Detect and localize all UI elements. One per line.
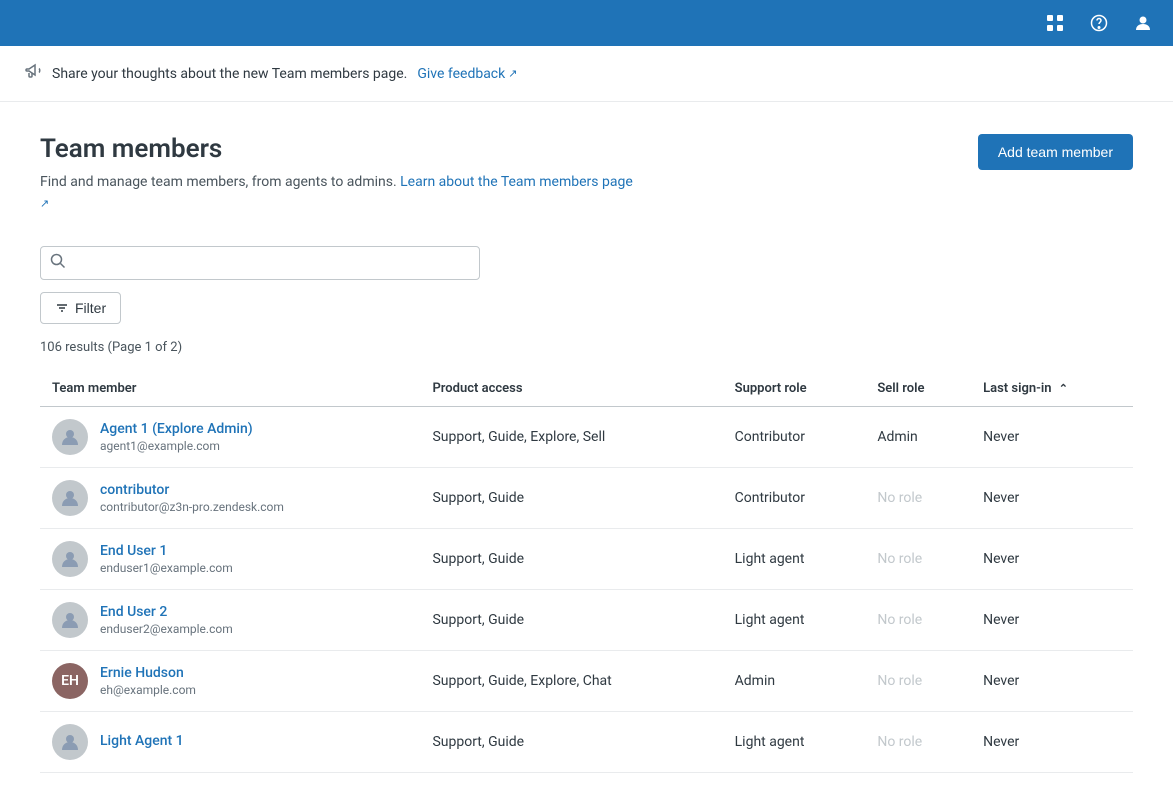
table-row: Light Agent 1 Support, Guide Light agent… bbox=[40, 712, 1133, 773]
last-signin-1: Never bbox=[971, 468, 1133, 529]
member-cell-4: EH Ernie Hudson eh@example.com bbox=[40, 651, 420, 712]
sell-role-5: No role bbox=[865, 712, 971, 773]
table-row: EH Ernie Hudson eh@example.com Support, … bbox=[40, 651, 1133, 712]
avatar bbox=[52, 541, 88, 577]
member-cell-5: Light Agent 1 bbox=[40, 712, 420, 773]
member-email-0: agent1@example.com bbox=[100, 439, 253, 453]
support-role-2: Light agent bbox=[723, 529, 866, 590]
sell-role-2: No role bbox=[865, 529, 971, 590]
search-input[interactable] bbox=[40, 246, 480, 280]
col-signin[interactable]: Last sign-in ⌃ bbox=[971, 371, 1133, 407]
product-access-2: Support, Guide bbox=[420, 529, 722, 590]
members-table: Team member Product access Support role … bbox=[40, 371, 1133, 773]
member-name-3[interactable]: End User 2 bbox=[100, 604, 233, 620]
table-row: Agent 1 (Explore Admin) agent1@example.c… bbox=[40, 407, 1133, 468]
col-access: Product access bbox=[420, 371, 722, 407]
support-role-4: Admin bbox=[723, 651, 866, 712]
search-icon bbox=[50, 253, 66, 273]
avatar: EH bbox=[52, 663, 88, 699]
table-row: contributor contributor@z3n-pro.zendesk.… bbox=[40, 468, 1133, 529]
user-icon[interactable] bbox=[1129, 9, 1157, 37]
filter-icon bbox=[55, 301, 69, 315]
banner-text: Share your thoughts about the new Team m… bbox=[52, 66, 407, 82]
page-title: Team members bbox=[40, 134, 640, 164]
member-email-1: contributor@z3n-pro.zendesk.com bbox=[100, 500, 284, 514]
sell-role-4: No role bbox=[865, 651, 971, 712]
support-role-1: Contributor bbox=[723, 468, 866, 529]
col-member: Team member bbox=[40, 371, 420, 407]
avatar bbox=[52, 419, 88, 455]
add-team-member-button[interactable]: Add team member bbox=[978, 134, 1133, 170]
last-signin-2: Never bbox=[971, 529, 1133, 590]
avatar bbox=[52, 480, 88, 516]
product-access-0: Support, Guide, Explore, Sell bbox=[420, 407, 722, 468]
sell-role-1: No role bbox=[865, 468, 971, 529]
grid-icon[interactable] bbox=[1041, 9, 1069, 37]
table-row: End User 1 enduser1@example.com Support,… bbox=[40, 529, 1133, 590]
member-email-3: enduser2@example.com bbox=[100, 622, 233, 636]
member-name-4[interactable]: Ernie Hudson bbox=[100, 665, 196, 681]
product-access-4: Support, Guide, Explore, Chat bbox=[420, 651, 722, 712]
member-cell-1: contributor contributor@z3n-pro.zendesk.… bbox=[40, 468, 420, 529]
table-row: End User 2 enduser2@example.com Support,… bbox=[40, 590, 1133, 651]
support-role-3: Light agent bbox=[723, 590, 866, 651]
member-cell-2: End User 1 enduser1@example.com bbox=[40, 529, 420, 590]
megaphone-icon bbox=[24, 62, 42, 85]
member-name-1[interactable]: contributor bbox=[100, 482, 284, 498]
member-email-4: eh@example.com bbox=[100, 683, 196, 697]
results-count: 106 results (Page 1 of 2) bbox=[40, 340, 1133, 355]
support-role-0: Contributor bbox=[723, 407, 866, 468]
product-access-3: Support, Guide bbox=[420, 590, 722, 651]
main-content: Team members Find and manage team member… bbox=[0, 102, 1173, 805]
member-name-2[interactable]: End User 1 bbox=[100, 543, 233, 559]
member-email-2: enduser1@example.com bbox=[100, 561, 233, 575]
avatar bbox=[52, 602, 88, 638]
avatar bbox=[52, 724, 88, 760]
sort-icon: ⌃ bbox=[1059, 382, 1068, 395]
last-signin-4: Never bbox=[971, 651, 1133, 712]
filter-label: Filter bbox=[75, 300, 106, 316]
search-container bbox=[40, 246, 480, 280]
member-cell-0: Agent 1 (Explore Admin) agent1@example.c… bbox=[40, 407, 420, 468]
sell-role-0: Admin bbox=[865, 407, 971, 468]
title-section: Team members Find and manage team member… bbox=[40, 134, 640, 214]
last-signin-3: Never bbox=[971, 590, 1133, 651]
feedback-banner: Share your thoughts about the new Team m… bbox=[0, 46, 1173, 102]
product-access-5: Support, Guide bbox=[420, 712, 722, 773]
last-signin-0: Never bbox=[971, 407, 1133, 468]
member-cell-3: End User 2 enduser2@example.com bbox=[40, 590, 420, 651]
page-header: Team members Find and manage team member… bbox=[40, 134, 1133, 214]
member-name-5[interactable]: Light Agent 1 bbox=[100, 733, 184, 749]
col-support: Support role bbox=[723, 371, 866, 407]
filter-button[interactable]: Filter bbox=[40, 292, 121, 324]
top-nav bbox=[0, 0, 1173, 46]
support-role-5: Light agent bbox=[723, 712, 866, 773]
feedback-link[interactable]: Give feedback bbox=[417, 66, 517, 82]
help-icon[interactable] bbox=[1085, 9, 1113, 37]
table-header-row: Team member Product access Support role … bbox=[40, 371, 1133, 407]
col-sell: Sell role bbox=[865, 371, 971, 407]
product-access-1: Support, Guide bbox=[420, 468, 722, 529]
last-signin-5: Never bbox=[971, 712, 1133, 773]
member-name-0[interactable]: Agent 1 (Explore Admin) bbox=[100, 421, 253, 437]
sell-role-3: No role bbox=[865, 590, 971, 651]
page-subtitle: Find and manage team members, from agent… bbox=[40, 172, 640, 214]
